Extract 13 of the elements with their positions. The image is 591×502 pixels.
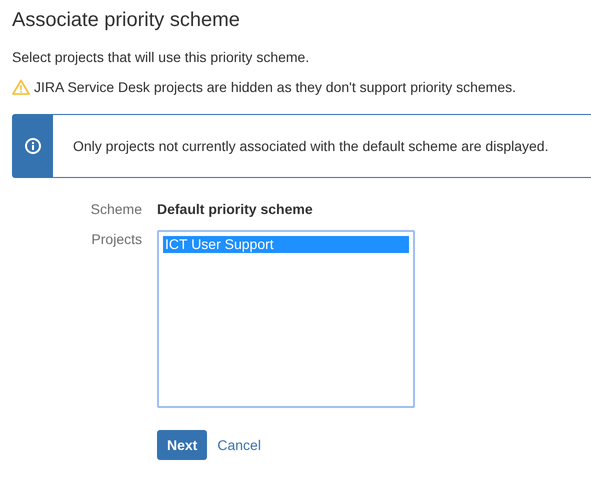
scheme-label: Scheme: [90, 200, 142, 218]
project-option[interactable]: ICT User Support: [163, 236, 409, 253]
info-icon: [25, 138, 41, 154]
cancel-link[interactable]: Cancel: [217, 437, 261, 453]
description-text: Select projects that will use this priority scheme.: [12, 48, 310, 66]
info-text: Only projects not currently associated with the default scheme are displayed.: [73, 138, 548, 154]
projects-listbox[interactable]: ICT User Support: [157, 230, 415, 408]
scheme-value: Default priority scheme: [157, 200, 314, 218]
warning-text: JIRA Service Desk projects are hidden as they don't support priority schemes.: [34, 78, 516, 96]
page-title: Associate priority scheme: [12, 8, 241, 32]
next-button[interactable]: Next: [157, 430, 208, 460]
warning-icon: [12, 79, 30, 95]
projects-label: Projects: [91, 230, 142, 248]
